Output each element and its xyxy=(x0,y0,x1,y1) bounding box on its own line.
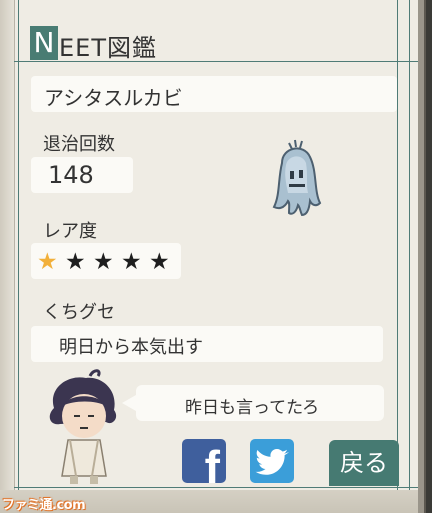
twitter-icon xyxy=(255,449,289,475)
character-illustration xyxy=(49,369,117,484)
speech-bubble-tail xyxy=(122,395,136,411)
catchphrase-value: 明日から本気出す xyxy=(59,337,203,358)
binder-edge xyxy=(0,0,15,513)
rarity-label: レア度 xyxy=(43,221,97,242)
catchphrase-label: くちグセ xyxy=(43,302,115,323)
title-initial-badge: N xyxy=(30,26,58,60)
watermark-logo: ファミ通.com xyxy=(2,498,86,513)
star-icon: ★ xyxy=(37,249,58,275)
monster-name: アシタスルカビ xyxy=(44,86,183,110)
facebook-share-button[interactable]: f xyxy=(182,439,226,483)
twitter-share-button[interactable] xyxy=(250,439,294,483)
encyclopedia-card: N EET図鑑 アシタスルカビ 退治回数 148 レア度 ★ ★ ★ ★ ★ く… xyxy=(0,0,418,513)
frame-line xyxy=(18,0,19,490)
star-icon: ★ xyxy=(65,249,86,275)
kill-count-label: 退治回数 xyxy=(43,134,115,155)
frame-line xyxy=(14,487,418,488)
page-title: EET図鑑 xyxy=(59,34,157,62)
kill-count-value: 148 xyxy=(48,161,94,189)
back-button[interactable]: 戻る xyxy=(329,440,399,486)
speech-text: 昨日も言ってたろ xyxy=(185,398,320,418)
star-icon: ★ xyxy=(149,249,170,275)
frame-line xyxy=(397,0,398,490)
star-icon: ★ xyxy=(93,249,114,275)
facebook-icon: f xyxy=(204,441,220,483)
monster-illustration xyxy=(272,139,322,217)
frame-line xyxy=(409,0,410,490)
star-icon: ★ xyxy=(121,249,142,275)
